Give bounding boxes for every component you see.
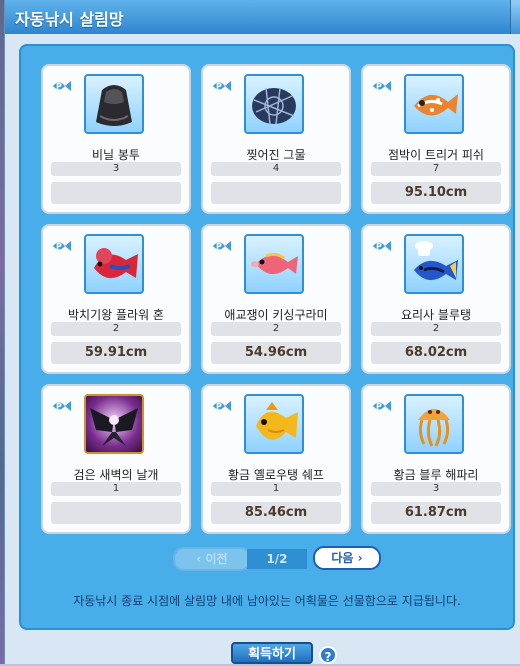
kissing-gourami-icon: [244, 234, 304, 294]
item-name: 비닐 봉투: [92, 148, 140, 162]
item-card[interactable]: P 애교쟁이 키싱구라미 2 54.96cm: [201, 224, 351, 374]
svg-text:P: P: [376, 242, 382, 251]
item-name: 박치기왕 플라워 혼: [68, 308, 164, 322]
acquire-button[interactable]: 획득하기: [231, 642, 313, 664]
p-fish-badge-icon: P: [373, 401, 391, 411]
item-count: 3: [371, 482, 501, 496]
item-card[interactable]: P 검은 새벽의 날개 1: [41, 384, 191, 534]
svg-text:P: P: [376, 82, 382, 91]
item-count: 3: [51, 162, 181, 176]
p-fish-badge-icon: P: [53, 401, 71, 411]
p-fish-badge-icon: P: [213, 241, 231, 251]
black-dawn-wings-icon: [84, 394, 144, 454]
item-size: [51, 182, 181, 204]
window-title: 자동낚시 살림망: [15, 10, 124, 29]
item-count: 1: [211, 482, 341, 496]
item-count: 4: [211, 162, 341, 176]
svg-text:P: P: [216, 242, 222, 251]
item-name: 애교쟁이 키싱구라미: [224, 308, 328, 322]
item-card[interactable]: P 요리사 블루탱 2 68.02cm: [361, 224, 511, 374]
torn-net-icon: [244, 74, 304, 134]
item-card[interactable]: P 점박이 트리거 피쉬 7 95.10cm: [361, 64, 511, 214]
item-count: 2: [371, 322, 501, 336]
item-name: 황금 옐로우탱 쉐프: [228, 468, 324, 482]
item-name: 찢어진 그물: [246, 148, 306, 162]
item-name: 요리사 블루탱: [400, 308, 472, 322]
svg-text:P: P: [376, 402, 382, 411]
p-fish-badge-icon: P: [53, 81, 71, 91]
page-indicator: 1/2: [247, 549, 307, 569]
golden-yellow-tang-icon: [244, 394, 304, 454]
p-fish-badge-icon: P: [213, 401, 231, 411]
p-fish-badge-icon: P: [213, 81, 231, 91]
fishing-net-window: 자동낚시 살림망 P 비닐 봉투 3 P 찢어진 그물 4 P 점박이 트리거 …: [4, 0, 520, 664]
svg-text:P: P: [216, 82, 222, 91]
item-count: 1: [51, 482, 181, 496]
item-size: [211, 182, 341, 204]
item-size: 68.02cm: [371, 342, 501, 364]
item-size: 95.10cm: [371, 182, 501, 204]
item-size: 61.87cm: [371, 502, 501, 524]
prev-page-button[interactable]: ‹ 이전: [173, 547, 251, 571]
item-panel: P 비닐 봉투 3 P 찢어진 그물 4 P 점박이 트리거 피쉬 7 95.1…: [19, 44, 515, 630]
next-page-button[interactable]: 다음 ›: [313, 546, 381, 570]
p-fish-badge-icon: P: [53, 241, 71, 251]
item-name: 점박이 트리거 피쉬: [388, 148, 484, 162]
svg-text:P: P: [56, 242, 62, 251]
item-name: 검은 새벽의 날개: [73, 468, 159, 482]
chef-blue-tang-icon: [404, 234, 464, 294]
flowerhorn-fish-icon: [84, 234, 144, 294]
item-card[interactable]: P 황금 옐로우탱 쉐프 1 85.46cm: [201, 384, 351, 534]
item-card[interactable]: P 찢어진 그물 4: [201, 64, 351, 214]
item-count: 7: [371, 162, 501, 176]
item-size: 85.46cm: [211, 502, 341, 524]
svg-text:P: P: [216, 402, 222, 411]
svg-text:P: P: [56, 402, 62, 411]
p-fish-badge-icon: P: [373, 81, 391, 91]
notice-text: 자동낚시 종료 시점에 살림망 내에 남아있는 어획물은 선물함으로 지급됩니다…: [73, 594, 461, 608]
item-count: 2: [211, 322, 341, 336]
item-name: 황금 블루 해파리: [393, 468, 479, 482]
plastic-bag-icon: [84, 74, 144, 134]
spotted-triggerfish-icon: [404, 74, 464, 134]
golden-jellyfish-icon: [404, 394, 464, 454]
item-card[interactable]: P 비닐 봉투 3: [41, 64, 191, 214]
item-size: [51, 502, 181, 524]
svg-text:P: P: [56, 82, 62, 91]
p-fish-badge-icon: P: [373, 241, 391, 251]
title-bar[interactable]: 자동낚시 살림망: [5, 0, 520, 34]
item-size: 59.91cm: [51, 342, 181, 364]
item-count: 2: [51, 322, 181, 336]
item-card[interactable]: P 황금 블루 해파리 3 61.87cm: [361, 384, 511, 534]
title-corner: [510, 0, 520, 34]
help-icon[interactable]: ?: [319, 646, 337, 664]
item-card[interactable]: P 박치기왕 플라워 혼 2 59.91cm: [41, 224, 191, 374]
item-size: 54.96cm: [211, 342, 341, 364]
